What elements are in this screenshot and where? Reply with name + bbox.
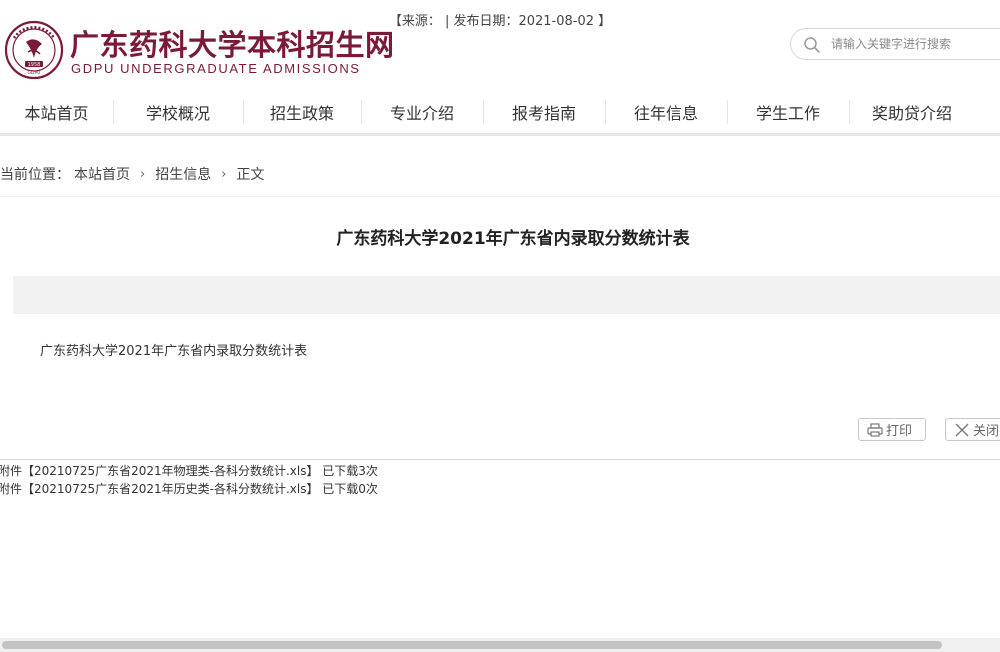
nav-item-application-guide[interactable]: 报考指南: [483, 89, 605, 135]
breadcrumb-item-home[interactable]: 本站首页: [74, 164, 130, 184]
nav-item-past-info[interactable]: 往年信息: [605, 89, 727, 135]
article-title: 广东药科大学2021年广东省内录取分数统计表: [336, 229, 690, 249]
breadcrumb-item-admission-info[interactable]: 招生信息: [155, 164, 211, 184]
printer-icon: [867, 422, 883, 437]
attachments-divider: [0, 459, 1000, 460]
attachment-prefix: 附件: [0, 464, 23, 478]
close-icon: [955, 423, 969, 436]
nav-item-label: 报考指南: [511, 103, 576, 123]
article-body: 广东药科大学2021年广东省内录取分数统计表: [40, 344, 308, 359]
print-button[interactable]: 打印: [858, 418, 926, 441]
nav-item-label: 招生政策: [269, 103, 334, 123]
attachment-download-count: 已下载3次: [322, 464, 378, 478]
nav-item-financial-aid[interactable]: 奖助贷介绍: [849, 89, 975, 135]
logo-year: 1958: [28, 62, 41, 68]
breadcrumb-separator: ›: [140, 166, 146, 182]
scrollbar-thumb[interactable]: [2, 641, 942, 649]
search-box[interactable]: [790, 28, 1000, 60]
breadcrumb: 当前位置： 本站首页 › 招生信息 › 正文: [0, 162, 264, 186]
site-subtitle: GDPU UNDERGRADUATE ADMISSIONS: [71, 61, 361, 76]
nav-item-label: 学校概况: [145, 103, 210, 123]
nav-item-label: 专业介绍: [389, 103, 454, 123]
attachment-download-count: 已下载0次: [322, 482, 378, 496]
nav-item-admission-policy[interactable]: 招生政策: [243, 89, 361, 135]
print-button-label: 打印: [886, 424, 913, 439]
nav-item-school-overview[interactable]: 学校概况: [113, 89, 243, 135]
breadcrumb-prefix: 当前位置：: [0, 167, 70, 183]
nav-item-home[interactable]: 本站首页: [0, 89, 113, 135]
article-meta-bar: [13, 276, 1000, 314]
attachment-item: 附件【20210725广东省2021年历史类-各科分数统计.xls】 已下载0次: [0, 480, 378, 498]
nav-item-label: 奖助贷介绍: [871, 103, 952, 123]
nav-item-label: 本站首页: [24, 103, 89, 123]
close-button-label: 关闭: [973, 424, 1000, 439]
article-meta: 【来源： | 发布日期：2021-08-02 】: [388, 14, 612, 29]
attachments-list: 附件【20210725广东省2021年物理类-各科分数统计.xls】 已下载3次…: [0, 462, 378, 498]
attachment-item: 附件【20210725广东省2021年物理类-各科分数统计.xls】 已下载3次: [0, 462, 378, 480]
nav-item-majors[interactable]: 专业介绍: [361, 89, 483, 135]
close-button[interactable]: 关闭: [945, 418, 1000, 441]
breadcrumb-item-current: 正文: [236, 167, 265, 183]
nav-item-label: 学生工作: [755, 103, 820, 123]
breadcrumb-divider: [0, 196, 1000, 197]
attachment-link[interactable]: 【20210725广东省2021年历史类-各科分数统计.xls】: [22, 482, 318, 496]
breadcrumb-separator: ›: [221, 166, 227, 182]
horizontal-scrollbar[interactable]: [0, 638, 1000, 652]
main-nav: 本站首页 学校概况 招生政策 专业介绍 报考指南 往年信息 学生工作 奖助贷介绍: [0, 90, 1000, 136]
nav-item-label: 往年信息: [633, 103, 698, 123]
attachment-prefix: 附件: [0, 482, 23, 496]
search-icon[interactable]: [803, 36, 821, 54]
logo-abbr: GDPU: [28, 70, 41, 76]
nav-item-student-affairs[interactable]: 学生工作: [727, 89, 849, 135]
attachment-link[interactable]: 【20210725广东省2021年物理类-各科分数统计.xls】: [22, 464, 318, 478]
search-input[interactable]: [831, 34, 1000, 54]
